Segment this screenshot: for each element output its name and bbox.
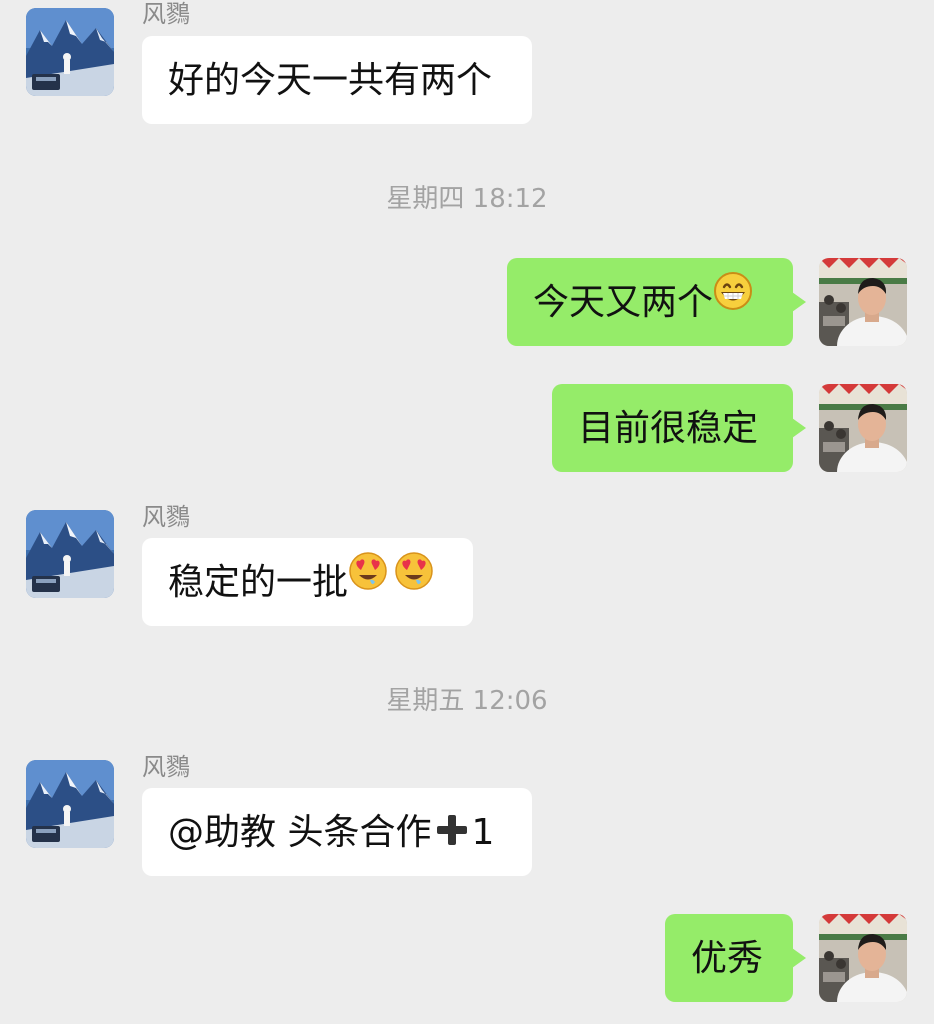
incoming-message-bubble[interactable]: @助教 头条合作 1 (142, 788, 532, 876)
grinning-face-emoji (713, 256, 753, 344)
drooling-heart-eyes-emoji (394, 536, 434, 624)
contact-avatar[interactable] (26, 760, 114, 848)
contact-avatar[interactable] (26, 8, 114, 96)
timestamp: 星期五 12:06 (386, 686, 548, 716)
message-text: 目前很稳定 (578, 408, 759, 449)
contact-avatar[interactable] (26, 510, 114, 598)
message-text: 优秀 (691, 938, 764, 979)
sender-name: 风鷚 (142, 0, 190, 28)
chat-window: 风鷚 好的今天一共有两个 星期四 18:12 今天又两个 目前很稳定 风鷚 稳定… (0, 0, 934, 1024)
self-avatar[interactable] (819, 914, 907, 1002)
self-avatar[interactable] (819, 258, 907, 346)
message-text: 稳定的一批 (168, 562, 349, 603)
sender-name: 风鷚 (142, 753, 190, 781)
incoming-message-bubble[interactable]: 好的今天一共有两个 (142, 36, 532, 124)
self-avatar[interactable] (819, 384, 907, 472)
message-text: 今天又两个 (533, 282, 714, 323)
outgoing-message-bubble[interactable]: 目前很稳定 (552, 384, 806, 472)
outgoing-message-bubble[interactable]: 优秀 (665, 914, 806, 1002)
message-text: @助教 头条合作 (168, 812, 432, 853)
drooling-heart-eyes-emoji (348, 536, 388, 624)
heavy-plus-icon (437, 815, 468, 845)
sender-name: 风鷚 (142, 503, 190, 531)
timestamp: 星期四 18:12 (386, 184, 548, 214)
message-text-suffix: 1 (471, 812, 495, 853)
incoming-message-bubble[interactable]: 稳定的一批 (142, 538, 473, 626)
outgoing-message-bubble[interactable]: 今天又两个 (507, 256, 806, 346)
message-text: 好的今天一共有两个 (168, 60, 493, 101)
